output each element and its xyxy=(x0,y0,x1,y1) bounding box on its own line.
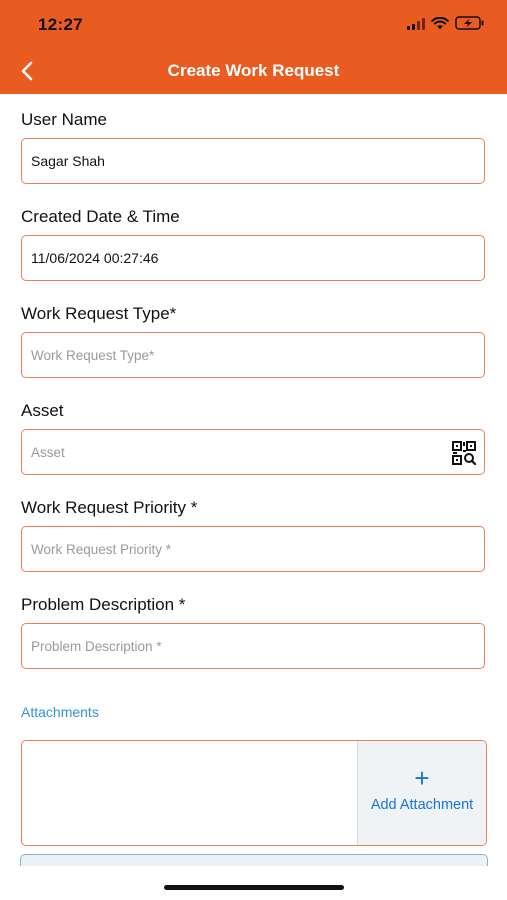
cellular-signal-icon xyxy=(407,17,425,30)
user-name-label: User Name xyxy=(21,110,107,129)
page-title: Create Work Request xyxy=(167,61,340,80)
status-icons xyxy=(407,16,485,30)
created-date-time-field[interactable]: 11/06/2024 00:27:46 xyxy=(21,235,485,281)
user-name-value: Sagar Shah xyxy=(31,153,105,169)
work-request-type-placeholder: Work Request Type* xyxy=(31,348,155,363)
problem-description-placeholder: Problem Description * xyxy=(31,639,162,654)
qr-scan-icon[interactable] xyxy=(452,441,476,465)
attachments-box: + Add Attachment xyxy=(21,740,487,846)
created-date-time-value: 11/06/2024 00:27:46 xyxy=(31,250,159,266)
work-request-priority-placeholder: Work Request Priority * xyxy=(31,542,172,557)
battery-charging-icon xyxy=(455,16,484,30)
status-time: 12:27 xyxy=(38,15,83,34)
add-attachment-label: Add Attachment xyxy=(370,797,474,813)
asset-field[interactable]: Asset xyxy=(21,429,485,475)
work-request-type-label: Work Request Type* xyxy=(21,304,177,323)
work-request-type-field[interactable]: Work Request Type* xyxy=(21,332,485,378)
app-header: 12:27 Create Work Request xyxy=(0,0,507,94)
asset-label: Asset xyxy=(21,401,64,420)
problem-description-label: Problem Description * xyxy=(21,595,186,614)
work-request-priority-label: Work Request Priority * xyxy=(21,498,198,517)
attachments-label: Attachments xyxy=(21,704,99,720)
add-attachment-button[interactable]: + Add Attachment xyxy=(357,741,486,845)
user-name-field[interactable]: Sagar Shah xyxy=(21,138,485,184)
home-indicator[interactable] xyxy=(164,885,344,890)
asset-placeholder: Asset xyxy=(31,445,65,460)
work-request-priority-field[interactable]: Work Request Priority * xyxy=(21,526,485,572)
wifi-icon xyxy=(431,16,449,29)
created-date-time-label: Created Date & Time xyxy=(21,207,180,226)
problem-description-field[interactable]: Problem Description * xyxy=(21,623,485,669)
bottom-area xyxy=(0,866,507,900)
plus-icon: + xyxy=(414,763,430,793)
